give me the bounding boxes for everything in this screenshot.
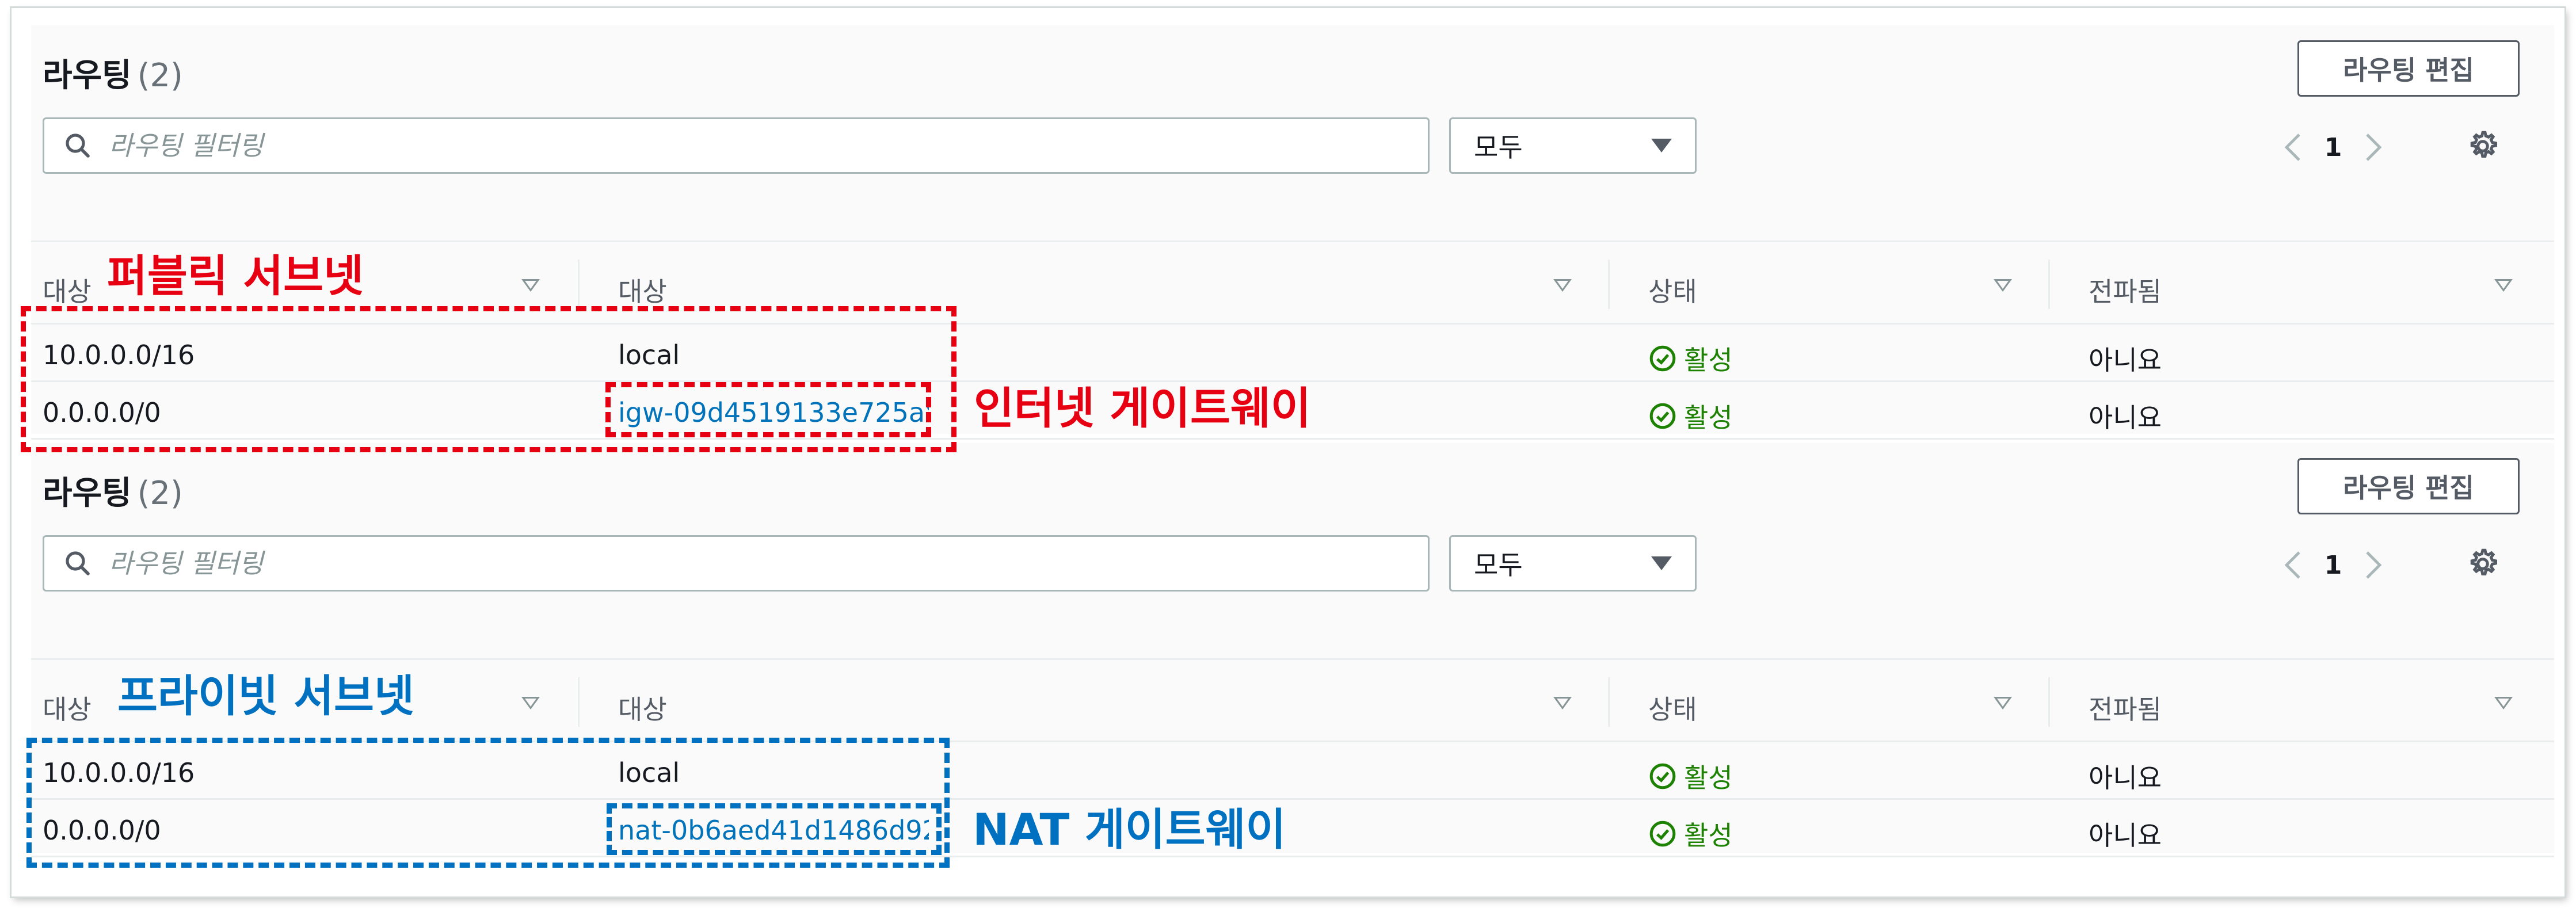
column-header-destination[interactable]: 대상 xyxy=(43,689,92,727)
column-header-propagated[interactable]: 전파됨 xyxy=(2089,689,2162,727)
column-header-target[interactable]: 대상 xyxy=(618,271,667,309)
check-circle-icon xyxy=(1649,821,1676,847)
cell-propagated: 아니요 xyxy=(2089,820,2162,851)
column-divider[interactable] xyxy=(578,677,580,727)
cell-propagated: 아니요 xyxy=(2089,345,2162,376)
route-filter[interactable] xyxy=(43,535,1430,592)
route-filter[interactable] xyxy=(43,117,1430,174)
search-icon xyxy=(66,133,90,158)
column-header-status[interactable]: 상태 xyxy=(1648,689,1697,727)
search-icon xyxy=(66,551,90,575)
sort-icon[interactable] xyxy=(1994,697,2012,709)
sort-icon[interactable] xyxy=(521,279,540,292)
edit-routes-button[interactable]: 라우팅 편집 xyxy=(2297,458,2520,514)
sort-icon[interactable] xyxy=(521,697,540,709)
check-circle-icon xyxy=(1649,403,1676,429)
column-divider[interactable] xyxy=(2048,677,2050,727)
edit-routes-button[interactable]: 라우팅 편집 xyxy=(2297,40,2520,97)
column-header-status[interactable]: 상태 xyxy=(1648,271,1697,309)
annotation-box-igw xyxy=(605,382,931,437)
column-header-destination[interactable]: 대상 xyxy=(43,271,92,309)
route-filter-input[interactable] xyxy=(109,130,1375,161)
chevron-left-icon[interactable] xyxy=(2276,542,2310,588)
annotation-public-subnet: 퍼블릭 서브넷 xyxy=(107,250,364,302)
sort-icon[interactable] xyxy=(2494,697,2513,709)
gear-icon[interactable] xyxy=(2466,547,2500,581)
route-count: (2) xyxy=(137,475,183,512)
status-text: 활성 xyxy=(1684,402,1733,433)
caret-down-icon xyxy=(1651,556,1672,570)
check-circle-icon xyxy=(1649,345,1676,372)
panel-heading: 라우팅 (2) xyxy=(43,57,183,94)
annotation-internet-gateway: 인터넷 게이트웨이 xyxy=(974,383,1311,434)
chevron-left-icon[interactable] xyxy=(2276,124,2310,170)
chevron-right-icon[interactable] xyxy=(2356,124,2391,170)
column-divider[interactable] xyxy=(1608,677,1610,727)
page-number[interactable]: 1 xyxy=(2310,133,2356,162)
route-count: (2) xyxy=(137,57,183,94)
column-divider[interactable] xyxy=(578,260,580,309)
cell-status: 활성 xyxy=(1648,815,1733,853)
status-text: 활성 xyxy=(1684,345,1733,376)
status-select[interactable]: 모두 xyxy=(1449,535,1697,592)
sort-icon[interactable] xyxy=(1994,279,2012,292)
status-select-value: 모두 xyxy=(1474,550,1523,581)
column-header-propagated[interactable]: 전파됨 xyxy=(2089,271,2162,309)
status-text: 활성 xyxy=(1684,820,1733,851)
status-text: 활성 xyxy=(1684,762,1733,793)
sort-icon[interactable] xyxy=(1553,279,1572,292)
cell-status: 활성 xyxy=(1648,397,1733,435)
check-circle-icon xyxy=(1649,763,1676,789)
gear-icon[interactable] xyxy=(2466,129,2500,163)
cell-propagated: 아니요 xyxy=(2089,402,2162,433)
sort-icon[interactable] xyxy=(1553,697,1572,709)
cell-status: 활성 xyxy=(1648,339,1733,377)
chevron-right-icon[interactable] xyxy=(2356,542,2391,588)
column-divider[interactable] xyxy=(2048,260,2050,309)
annotation-private-subnet: 프라이빗 서브넷 xyxy=(117,670,414,722)
pagination: 1 xyxy=(2276,542,2391,588)
column-header-target[interactable]: 대상 xyxy=(618,689,667,727)
sort-icon[interactable] xyxy=(2494,279,2513,292)
route-filter-input[interactable] xyxy=(109,548,1375,579)
pagination: 1 xyxy=(2276,124,2391,170)
status-select[interactable]: 모두 xyxy=(1449,117,1697,174)
caret-down-icon xyxy=(1651,139,1672,152)
cell-propagated: 아니요 xyxy=(2089,762,2162,793)
annotation-nat-gateway: NAT 게이트웨이 xyxy=(973,804,1286,855)
page-number[interactable]: 1 xyxy=(2310,551,2356,580)
column-divider[interactable] xyxy=(1608,260,1610,309)
panel-heading: 라우팅 (2) xyxy=(43,475,183,512)
status-select-value: 모두 xyxy=(1474,132,1523,163)
cell-status: 활성 xyxy=(1648,757,1733,795)
annotation-box-nat xyxy=(607,803,942,855)
